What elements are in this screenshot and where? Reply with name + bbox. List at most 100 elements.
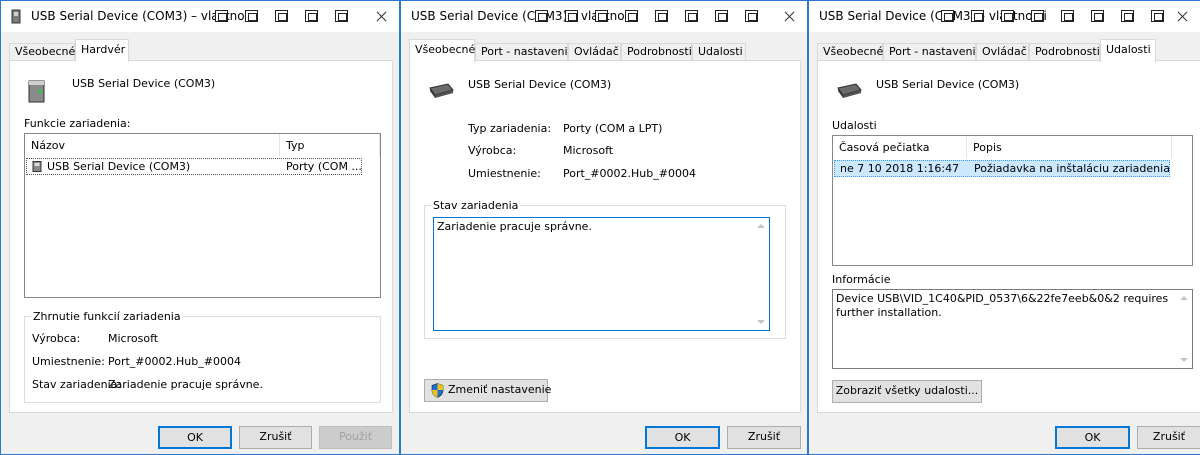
status-value: Zariadenie pracuje správne. [108,378,263,391]
overlay-icon [655,10,668,22]
title-bar[interactable]: USB Serial Device (COM3) – vlastnosti [809,1,1200,32]
manufacturer-value: Microsoft [108,332,159,345]
scroll-up-icon[interactable] [1180,296,1188,300]
overlay-icon [1061,10,1074,22]
overlay-icon [745,10,758,22]
events-label: Udalosti [832,119,877,132]
scroll-down-icon[interactable] [1180,358,1188,362]
tab-details[interactable]: Podrobnosti [621,43,692,61]
status-textbox[interactable]: Zariadenie pracuje správne. [433,217,770,331]
manufacturer-label: Výrobca: [32,332,81,345]
overlay-icon [1091,10,1104,22]
properties-window-hardware: USB Serial Device (COM3) – vlastnosti Vš… [0,0,400,455]
serial-port-icon [837,83,862,98]
events-list[interactable]: Časová pečiatka Popis ne 7 10 2018 1:16:… [832,135,1193,266]
manufacturer-value: Microsoft [563,144,614,157]
cancel-button[interactable]: Zrušiť [239,426,312,449]
tab-port-settings[interactable]: Port - nastavenie [883,43,982,61]
overlay-icon [625,10,638,22]
column-header-description[interactable]: Popis [967,136,1172,158]
overlay-icon [941,10,954,22]
overlay-icon [535,10,548,22]
ok-button[interactable]: OK [158,426,232,449]
functions-label: Funkcie zariadenia: [24,117,131,130]
table-row[interactable]: ne 7 10 2018 1:16:47 Požiadavka na inšta… [834,160,1170,177]
tab-port-settings[interactable]: Port - nastavenie [475,43,574,61]
tab-panel: USB Serial Device (COM3) Typ zariadenia:… [409,60,801,413]
scrollbar[interactable] [1176,290,1192,368]
tab-general[interactable]: Všeobecné [409,39,475,62]
scroll-up-icon[interactable] [757,224,765,228]
overlay-icon [685,10,698,22]
tab-general[interactable]: Všeobecné [9,43,75,61]
overlay-icon [595,10,608,22]
change-settings-button[interactable]: Zmeniť nastavenie [424,379,552,402]
row-name: USB Serial Device (COM3) [47,160,191,173]
functions-list[interactable]: Názov Typ USB Serial Device (COM3) Porty… [24,133,381,298]
cancel-button[interactable]: Zrušiť [727,426,801,449]
column-header-name[interactable]: Názov [25,134,280,156]
overlay-icon [1121,10,1134,22]
tab-events[interactable]: Udalosti [692,43,746,61]
device-name: USB Serial Device (COM3) [468,78,612,91]
scrollbar[interactable] [753,218,769,330]
title-bar[interactable]: USB Serial Device (COM3) – vlastnosti [401,1,807,32]
properties-window-events: USB Serial Device (COM3) – vlastnosti Vš… [808,0,1200,455]
column-header-type[interactable]: Typ [280,134,380,156]
device-name: USB Serial Device (COM3) [72,77,216,90]
show-all-events-button[interactable]: Zobraziť všetky udalosti... [832,380,982,403]
tab-general[interactable]: Všeobecné [817,43,883,61]
overlay-icon [1001,10,1014,22]
tab-driver[interactable]: Ovládač [976,43,1029,61]
tab-panel: USB Serial Device (COM3) Funkcie zariade… [9,60,393,413]
scroll-down-icon[interactable] [757,320,765,324]
usb-device-icon [28,80,45,103]
table-row[interactable]: USB Serial Device (COM3) Porty (COM ... [26,158,362,175]
tab-events[interactable]: Udalosti [1100,39,1156,62]
change-settings-label: Zmeniť nastavenie [448,383,552,396]
status-text: Zariadenie pracuje správne. [437,220,592,233]
location-label: Umiestnenie: [468,167,541,180]
tab-details[interactable]: Podrobnosti [1029,43,1100,61]
location-label: Umiestnenie: [32,355,105,368]
overlay-icon [1151,10,1164,22]
title-bar[interactable]: USB Serial Device (COM3) – vlastnosti [1,1,399,32]
info-textbox[interactable]: Device USB\VID_1C40&PID_0537\6&22fe7eeb&… [832,289,1193,369]
location-value: Port_#0002.Hub_#0004 [108,355,241,368]
overlay-icon [215,10,228,22]
ok-button[interactable]: OK [1055,426,1130,449]
overlay-icon [715,10,728,22]
overlay-icon [305,10,318,22]
properties-window-general: USB Serial Device (COM3) – vlastnosti Vš… [400,0,808,455]
status-legend: Stav zariadenia [433,199,519,212]
close-icon[interactable] [1164,1,1200,32]
uac-shield-icon [431,383,444,398]
usb-device-icon [32,161,42,172]
usb-device-icon [11,9,21,24]
tab-panel: USB Serial Device (COM3) Udalosti Časová… [817,60,1200,413]
overlay-icon [245,10,258,22]
row-description: Požiadavka na inštaláciu zariadenia [974,162,1170,175]
cancel-button[interactable]: Zrušiť [1137,426,1200,449]
ok-button[interactable]: OK [645,426,720,449]
overlay-icon [971,10,984,22]
manufacturer-label: Výrobca: [468,144,517,157]
apply-button[interactable]: Použiť [319,426,392,449]
device-name: USB Serial Device (COM3) [876,78,1020,91]
close-icon[interactable] [771,1,807,32]
serial-port-icon [429,83,454,98]
column-header-timestamp[interactable]: Časová pečiatka [833,136,967,158]
row-timestamp: ne 7 10 2018 1:16:47 [840,162,960,175]
close-icon[interactable] [363,1,399,32]
overlay-icon [275,10,288,22]
info-text: Device USB\VID_1C40&PID_0537\6&22fe7eeb&… [836,292,1169,319]
tab-driver[interactable]: Ovládač [568,43,621,61]
type-value: Porty (COM a LPT) [563,122,663,135]
location-value: Port_#0002.Hub_#0004 [563,167,696,180]
type-label: Typ zariadenia: [468,122,552,135]
summary-legend: Zhrnutie funkcií zariadenia [33,310,181,323]
tab-hardware[interactable]: Hardvér [75,39,129,62]
overlay-icon [1031,10,1044,22]
info-label: Informácie [832,273,891,286]
overlay-icon [335,10,348,22]
